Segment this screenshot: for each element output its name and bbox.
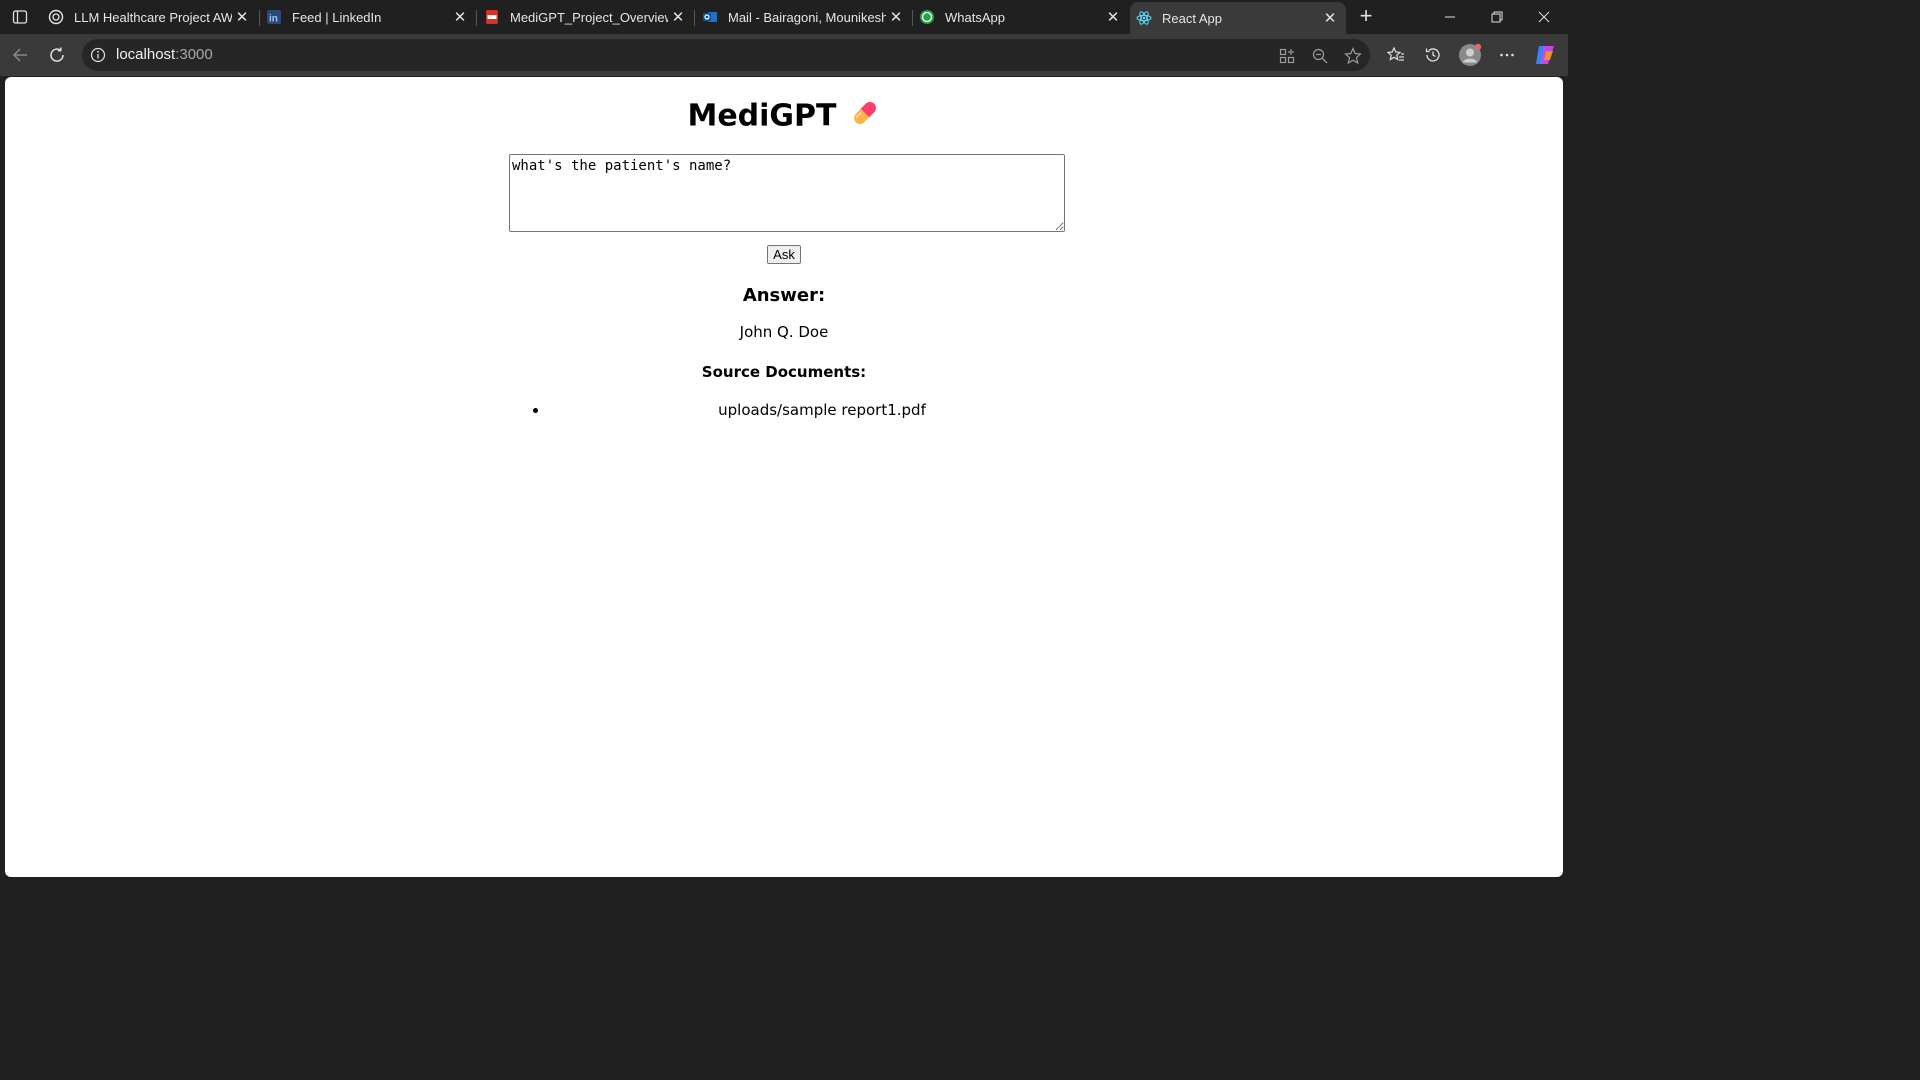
- site-info-icon[interactable]: [90, 47, 106, 63]
- tab-react-app[interactable]: React App ✕: [1130, 2, 1346, 34]
- react-icon: [1136, 10, 1152, 26]
- sources-list: uploads/sample report1.pdf: [509, 401, 1095, 419]
- zoom-out-icon[interactable]: [1310, 46, 1330, 66]
- page-title: MediGPT: [5, 97, 1563, 137]
- tab-medigpt-pdf[interactable]: MediGPT_Project_Overview.p ✕: [478, 2, 694, 32]
- svg-text:in: in: [269, 14, 278, 25]
- close-icon[interactable]: ✕: [1320, 8, 1340, 28]
- history-icon[interactable]: [1421, 43, 1445, 67]
- refresh-icon[interactable]: [45, 43, 69, 67]
- browser-window: LLM Healthcare Project AWS ✕ in Feed | L…: [0, 0, 1568, 882]
- new-tab-button[interactable]: +: [1355, 5, 1377, 28]
- copilot-icon[interactable]: [1533, 43, 1557, 67]
- favorite-star-icon[interactable]: [1343, 46, 1363, 66]
- tab-title: LLM Healthcare Project AWS: [74, 9, 232, 25]
- tab-separator: [476, 10, 477, 26]
- browser-toolbar: localhost:3000: [0, 34, 1568, 76]
- medigpt-app: MediGPT what's the patient's name? Ask A…: [5, 77, 1563, 877]
- pdf-icon: [484, 9, 500, 25]
- close-window-icon[interactable]: [1532, 6, 1556, 28]
- outlook-icon: [702, 9, 718, 25]
- profile-avatar-icon[interactable]: [1458, 43, 1482, 67]
- linkedin-icon: in: [266, 9, 282, 25]
- tab-separator: [694, 10, 695, 26]
- close-icon[interactable]: ✕: [886, 7, 906, 27]
- back-arrow-icon[interactable]: [8, 43, 32, 67]
- tab-llm-healthcare[interactable]: LLM Healthcare Project AWS ✕: [42, 2, 258, 32]
- tab-title: Mail - Bairagoni, Mounikesh: [728, 9, 886, 25]
- minimize-icon[interactable]: [1438, 6, 1462, 28]
- tab-title: Feed | LinkedIn: [292, 9, 382, 25]
- tab-strip: LLM Healthcare Project AWS ✕ in Feed | L…: [0, 0, 1568, 34]
- tab-title: WhatsApp: [945, 9, 1005, 25]
- question-input[interactable]: what's the patient's name?: [509, 154, 1065, 232]
- address-bar[interactable]: localhost:3000: [82, 39, 1370, 71]
- app-available-icon[interactable]: [1277, 46, 1297, 66]
- url-text: localhost:3000: [116, 46, 213, 63]
- tab-mail[interactable]: Mail - Bairagoni, Mounikesh ✕: [696, 2, 912, 32]
- source-document-item: uploads/sample report1.pdf: [549, 401, 1095, 419]
- tab-linkedin[interactable]: in Feed | LinkedIn ✕: [260, 2, 476, 32]
- sources-heading: Source Documents:: [701, 363, 867, 381]
- close-icon[interactable]: ✕: [450, 7, 470, 27]
- ask-button[interactable]: Ask: [767, 245, 801, 264]
- tab-title: MediGPT_Project_Overview.p: [510, 9, 668, 25]
- close-icon[interactable]: ✕: [232, 7, 252, 27]
- close-icon[interactable]: ✕: [668, 7, 688, 27]
- tab-title: React App: [1162, 10, 1222, 26]
- tab-actions-icon[interactable]: [8, 6, 32, 28]
- more-options-icon[interactable]: [1495, 43, 1519, 67]
- answer-heading: Answer:: [742, 285, 826, 306]
- restore-icon[interactable]: [1485, 6, 1509, 28]
- favorites-icon[interactable]: [1384, 43, 1408, 67]
- answer-text: John Q. Doe: [739, 323, 829, 341]
- openai-icon: [48, 9, 64, 25]
- whatsapp-icon: [919, 9, 935, 25]
- app-title-text: MediGPT: [687, 98, 837, 134]
- url-host: localhost: [116, 46, 176, 63]
- close-icon[interactable]: ✕: [1103, 7, 1123, 27]
- page-viewport: MediGPT what's the patient's name? Ask A…: [5, 77, 1563, 877]
- tab-whatsapp[interactable]: WhatsApp ✕: [913, 2, 1129, 32]
- url-port: :3000: [175, 46, 213, 63]
- pill-icon: [849, 97, 881, 137]
